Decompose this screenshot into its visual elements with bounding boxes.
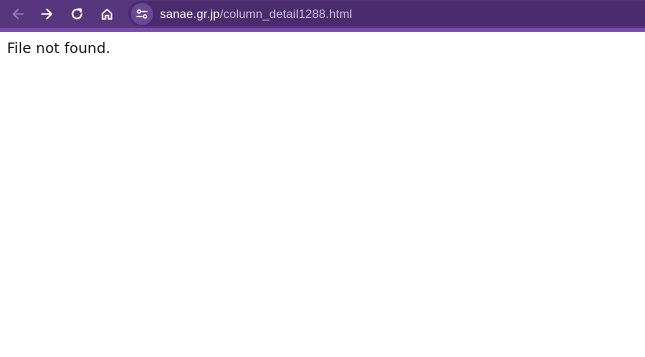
back-button[interactable] [7,3,29,25]
site-info-button[interactable] [131,2,153,25]
toolbar-accent-bar [0,28,645,32]
reload-icon [71,8,83,20]
address-bar[interactable]: sanae.gr.jp/column_detail1288.html [128,1,645,26]
arrow-right-icon [41,8,53,20]
reload-button[interactable] [66,3,88,25]
url-text[interactable]: sanae.gr.jp/column_detail1288.html [160,7,352,21]
tune-icon [136,8,148,19]
forward-button[interactable] [36,3,58,25]
home-icon [101,8,113,20]
home-button[interactable] [96,3,118,25]
arrow-left-icon [12,8,24,20]
url-domain: sanae.gr.jp [160,6,220,21]
browser-toolbar: sanae.gr.jp/column_detail1288.html [0,0,645,28]
page-message: File not found. [7,41,111,57]
url-path: /column_detail1288.html [219,6,353,21]
